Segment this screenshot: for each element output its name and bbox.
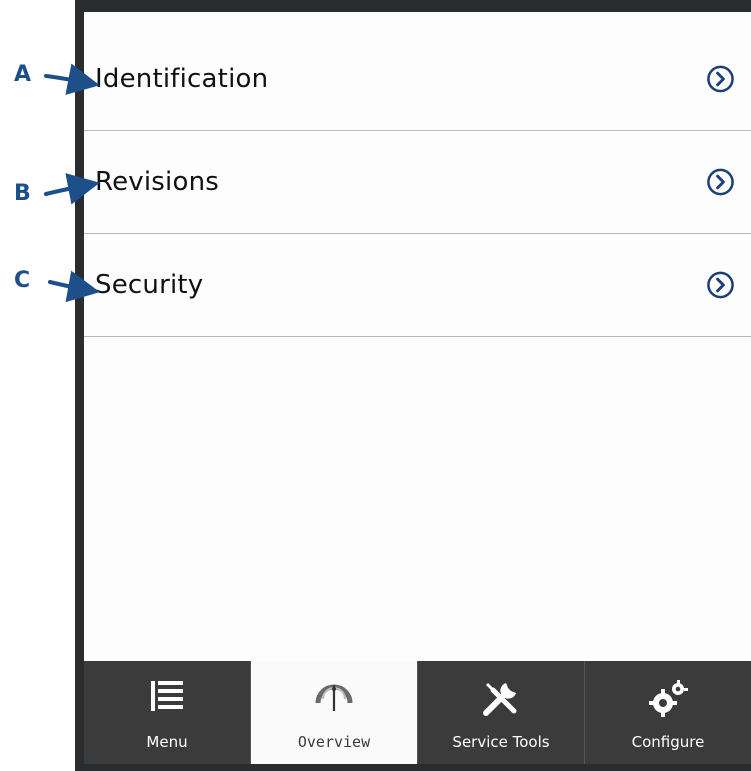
list-item-label: Identification	[95, 64, 269, 94]
gauge-icon	[315, 684, 353, 711]
chevron-right-circle-icon[interactable]	[706, 168, 735, 197]
list-item-label: Security	[95, 270, 204, 300]
tab-menu[interactable]: Menu	[84, 661, 251, 764]
tab-label: Configure	[631, 733, 705, 751]
list-item-revisions[interactable]: Revisions	[84, 131, 751, 234]
tab-overview[interactable]: Overview	[251, 661, 418, 764]
tab-service-tools[interactable]: Service Tools	[418, 661, 585, 764]
tools-icon	[483, 683, 517, 716]
list-item-identification[interactable]: Identification	[84, 28, 751, 131]
tab-label: Overview	[297, 733, 371, 751]
callout-letter-b: B	[14, 181, 31, 206]
bottom-tab-bar: Menu Overview Service Tools Configure	[84, 661, 751, 764]
overview-list-screen: Identification Revisions Security	[84, 12, 751, 661]
callout-letter-c: C	[14, 268, 31, 293]
gears-icon	[649, 680, 688, 717]
list-item-security[interactable]: Security	[84, 234, 751, 337]
tab-label: Menu	[146, 733, 188, 751]
chevron-right-circle-icon[interactable]	[706, 271, 735, 300]
tab-configure[interactable]: Configure	[585, 661, 751, 764]
menu-list-icon	[151, 681, 183, 711]
chevron-right-circle-icon[interactable]	[706, 65, 735, 94]
list-item-label: Revisions	[95, 167, 220, 197]
tab-label: Service Tools	[452, 733, 550, 751]
callout-letter-a: A	[14, 62, 32, 87]
